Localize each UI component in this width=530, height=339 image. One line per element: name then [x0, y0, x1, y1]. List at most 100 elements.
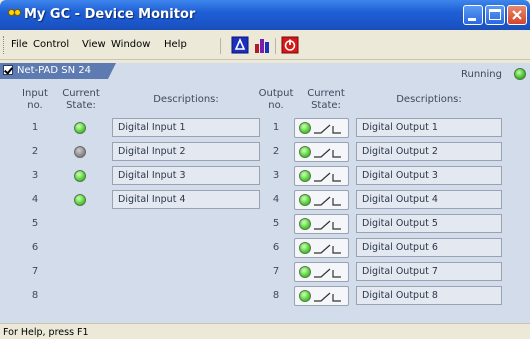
- input-number: 8: [31, 290, 39, 301]
- output-description-field[interactable]: Digital Output 6: [356, 238, 502, 257]
- toolbar-separator: [220, 38, 221, 54]
- switch-icon: [314, 196, 341, 206]
- output-state-led: [299, 290, 311, 302]
- menu-view[interactable]: View: [82, 39, 106, 50]
- output-state-header-line-1: Current: [307, 88, 345, 99]
- input-description-field[interactable]: Digital Input 4: [112, 190, 260, 209]
- output-description-field[interactable]: Digital Output 3: [356, 166, 502, 185]
- output-state-led: [299, 218, 311, 230]
- toolbar-separator-2: [275, 38, 276, 54]
- input-no-header: Input no.: [17, 88, 53, 112]
- input-state-header: Current State:: [58, 88, 104, 112]
- input-state-header-line-1: Current: [62, 88, 100, 99]
- menu-control[interactable]: Control: [33, 39, 69, 50]
- output-relay-toggle[interactable]: [294, 118, 349, 138]
- bar-chart-icon: [255, 39, 269, 53]
- input-number: 5: [31, 218, 39, 229]
- output-state-led: [299, 170, 311, 182]
- input-description-field[interactable]: Digital Input 3: [112, 166, 260, 185]
- window-title: My GC - Device Monitor: [24, 7, 196, 22]
- device-tab[interactable]: Net-PAD SN 24: [0, 63, 116, 79]
- output-number: 4: [272, 194, 280, 205]
- output-relay-toggle[interactable]: [294, 190, 349, 210]
- input-number: 7: [31, 266, 39, 277]
- output-no-header: Output no.: [258, 88, 294, 112]
- output-description-field[interactable]: Digital Output 7: [356, 262, 502, 281]
- close-button[interactable]: [507, 5, 527, 25]
- device-status-text: Running: [461, 69, 502, 80]
- output-relay-toggle[interactable]: [294, 238, 349, 258]
- input-number: 1: [31, 122, 39, 133]
- output-description-field[interactable]: Digital Output 5: [356, 214, 502, 233]
- output-state-led: [299, 266, 311, 278]
- status-bar: For Help, press F1: [0, 323, 530, 339]
- input-description-field[interactable]: Digital Input 1: [112, 118, 260, 137]
- close-icon: [512, 10, 522, 20]
- device-enable-checkbox[interactable]: [3, 65, 13, 75]
- output-relay-toggle[interactable]: [294, 166, 349, 186]
- power-icon: [281, 36, 299, 54]
- output-relay-toggle[interactable]: [294, 214, 349, 234]
- output-description-field[interactable]: Digital Output 1: [356, 118, 502, 137]
- output-number: 8: [272, 290, 280, 301]
- input-no-header-line-1: Input: [22, 88, 48, 99]
- switch-icon: [314, 220, 341, 230]
- switch-icon: [314, 148, 341, 158]
- output-number: 7: [272, 266, 280, 277]
- input-description-field[interactable]: Digital Input 2: [112, 142, 260, 161]
- title-bar[interactable]: My GC - Device Monitor: [0, 0, 530, 30]
- switch-icon: [314, 124, 341, 134]
- output-state-led: [299, 194, 311, 206]
- power-button[interactable]: [281, 36, 299, 54]
- monitor-icon: [231, 36, 249, 54]
- input-number: 6: [31, 242, 39, 253]
- output-no-header-line-1: Output: [258, 88, 294, 99]
- menu-file[interactable]: File: [11, 39, 28, 50]
- menu-bar: File Control View Window Help: [0, 30, 530, 60]
- device-status-led: [514, 68, 526, 80]
- input-number: 2: [31, 146, 39, 157]
- output-relay-toggle[interactable]: [294, 286, 349, 306]
- app-icon: [8, 9, 21, 19]
- input-state-header-line-2: State:: [66, 100, 96, 111]
- output-state-led: [299, 122, 311, 134]
- monitor-button[interactable]: [231, 36, 249, 54]
- input-state-led: [74, 170, 86, 182]
- output-relay-toggle[interactable]: [294, 262, 349, 282]
- output-number: 2: [272, 146, 280, 157]
- output-description-field[interactable]: Digital Output 2: [356, 142, 502, 161]
- output-number: 3: [272, 170, 280, 181]
- input-no-header-line-2: no.: [27, 100, 43, 111]
- switch-icon: [314, 172, 341, 182]
- output-state-header: Current State:: [298, 88, 354, 112]
- output-state-led: [299, 146, 311, 158]
- input-state-led: [74, 146, 86, 158]
- input-desc-header: Descriptions:: [153, 94, 219, 105]
- input-number: 4: [31, 194, 39, 205]
- switch-icon: [314, 268, 341, 278]
- output-state-header-line-2: State:: [311, 100, 341, 111]
- output-relay-toggle[interactable]: [294, 142, 349, 162]
- status-text: For Help, press F1: [3, 327, 89, 338]
- minimize-button[interactable]: [463, 5, 483, 25]
- stats-button[interactable]: [253, 36, 271, 54]
- device-panel: Net-PAD SN 24 Running Input no. Current …: [0, 63, 530, 323]
- output-no-header-line-2: no.: [268, 100, 284, 111]
- switch-icon: [314, 244, 341, 254]
- output-number: 5: [272, 218, 280, 229]
- menu-help[interactable]: Help: [164, 39, 187, 50]
- output-description-field[interactable]: Digital Output 8: [356, 286, 502, 305]
- input-number: 3: [31, 170, 39, 181]
- output-number: 1: [272, 122, 280, 133]
- device-tab-label: Net-PAD SN 24: [17, 65, 92, 76]
- input-state-led: [74, 122, 86, 134]
- switch-icon: [314, 292, 341, 302]
- input-state-led: [74, 194, 86, 206]
- output-desc-header: Descriptions:: [396, 94, 462, 105]
- output-number: 6: [272, 242, 280, 253]
- output-state-led: [299, 242, 311, 254]
- maximize-button[interactable]: [485, 5, 505, 25]
- toolbar-grip[interactable]: [3, 36, 7, 54]
- menu-window[interactable]: Window: [111, 39, 150, 50]
- output-description-field[interactable]: Digital Output 4: [356, 190, 502, 209]
